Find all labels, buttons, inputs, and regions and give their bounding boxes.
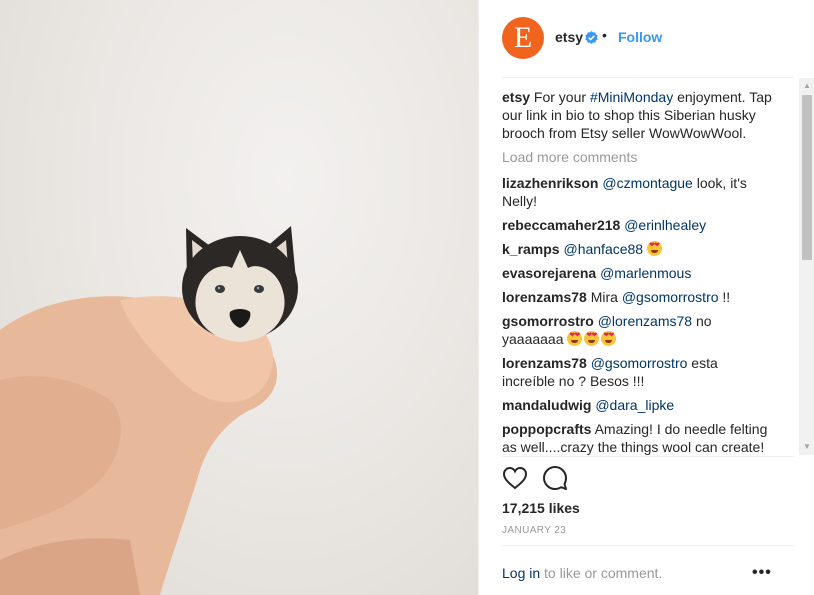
instagram-post: E etsy • Follow etsy For your #MiniMonda… — [0, 0, 814, 595]
comment-item: lorenzams78 @gsomorrostro esta increíble… — [502, 354, 772, 390]
footer-divider — [502, 545, 794, 546]
comment-username[interactable]: lorenzams78 — [502, 355, 587, 371]
comment-mention[interactable]: @gsomorrostro — [591, 355, 688, 371]
comment-username[interactable]: poppopcrafts — [502, 421, 591, 437]
comment-username[interactable]: mandaludwig — [502, 397, 591, 413]
comment-username[interactable]: k_ramps — [502, 241, 560, 257]
verified-badge-icon — [585, 31, 598, 44]
scrollbar-thumb[interactable] — [802, 95, 812, 260]
comment-mention[interactable]: @marlenmous — [600, 265, 691, 281]
login-prompt-text: to like or comment. — [540, 565, 663, 581]
comment-mention[interactable]: @gsomorrostro — [622, 289, 719, 305]
comment-text: !! — [718, 289, 731, 305]
heart-eyes-emoji-icon — [601, 331, 617, 346]
header-divider — [502, 77, 794, 78]
comment-mention[interactable]: @lorenzams78 — [598, 313, 692, 329]
login-prompt: Log in to like or comment. — [502, 565, 662, 581]
comment-item: gsomorrostro @lorenzams78 no yaaaaaaa — [502, 312, 772, 348]
caption-username[interactable]: etsy — [502, 89, 530, 105]
comment-mention[interactable]: @erinlhealey — [624, 217, 706, 233]
post-header: E etsy • Follow — [479, 0, 814, 77]
scroll-up-arrow-icon[interactable]: ▲ — [799, 78, 814, 94]
caption-hashtag[interactable]: #MiniMonday — [590, 89, 673, 105]
comment-username[interactable]: lizazhenrikson — [502, 175, 598, 191]
more-options-icon[interactable]: ••• — [752, 564, 772, 582]
comments-scrollbar[interactable]: ▲ ▼ — [799, 78, 814, 455]
comment-item: evasorejarena @marlenmous — [502, 264, 772, 282]
likes-count[interactable]: 17,215 likes — [502, 500, 580, 516]
comment-mention[interactable]: @dara_lipke — [595, 397, 674, 413]
comment-item: k_ramps @hanface88 — [502, 240, 772, 258]
comment-item: poppopcrafts Amazing! I do needle feltin… — [502, 420, 772, 456]
load-more-comments[interactable]: Load more comments — [502, 148, 772, 166]
comment-username[interactable]: gsomorrostro — [502, 313, 594, 329]
comment-username[interactable]: rebeccamaher218 — [502, 217, 620, 233]
comments-list: etsy For your #MiniMonday enjoyment. Tap… — [502, 88, 772, 456]
heart-eyes-emoji-icon — [567, 331, 583, 346]
comment-item: mandaludwig @dara_lipke — [502, 396, 772, 414]
comment-item: lorenzams78 Mira @gsomorrostro !! — [502, 288, 772, 306]
post-date: JANUARY 23 — [502, 525, 567, 536]
heart-eyes-emoji-icon — [646, 241, 662, 256]
follow-button[interactable]: Follow — [618, 29, 662, 45]
comment-icon[interactable] — [542, 465, 568, 491]
comment-prefix: Mira — [590, 289, 622, 305]
comment-mention[interactable]: @hanface88 — [563, 241, 643, 257]
avatar[interactable]: E — [502, 17, 544, 59]
login-link[interactable]: Log in — [502, 565, 540, 581]
comment-username[interactable]: lorenzams78 — [502, 289, 587, 305]
username[interactable]: etsy — [555, 29, 583, 45]
comment-mention[interactable]: @czmontague — [602, 175, 692, 191]
heart-eyes-emoji-icon — [584, 331, 600, 346]
comment-item: lizazhenrikson @czmontague look, it's Ne… — [502, 174, 772, 210]
heart-icon[interactable] — [502, 465, 528, 491]
post-side-panel: E etsy • Follow etsy For your #MiniMonda… — [478, 0, 814, 595]
separator-dot: • — [602, 27, 607, 43]
husky-brooch-image — [0, 226, 298, 595]
comment-item: rebeccamaher218 @erinlhealey — [502, 216, 772, 234]
caption: etsy For your #MiniMonday enjoyment. Tap… — [502, 88, 772, 142]
comments-divider — [502, 456, 794, 457]
post-photo[interactable] — [0, 0, 478, 595]
scroll-down-arrow-icon[interactable]: ▼ — [799, 439, 814, 455]
comment-username[interactable]: evasorejarena — [502, 265, 596, 281]
caption-text: For your — [533, 89, 590, 105]
